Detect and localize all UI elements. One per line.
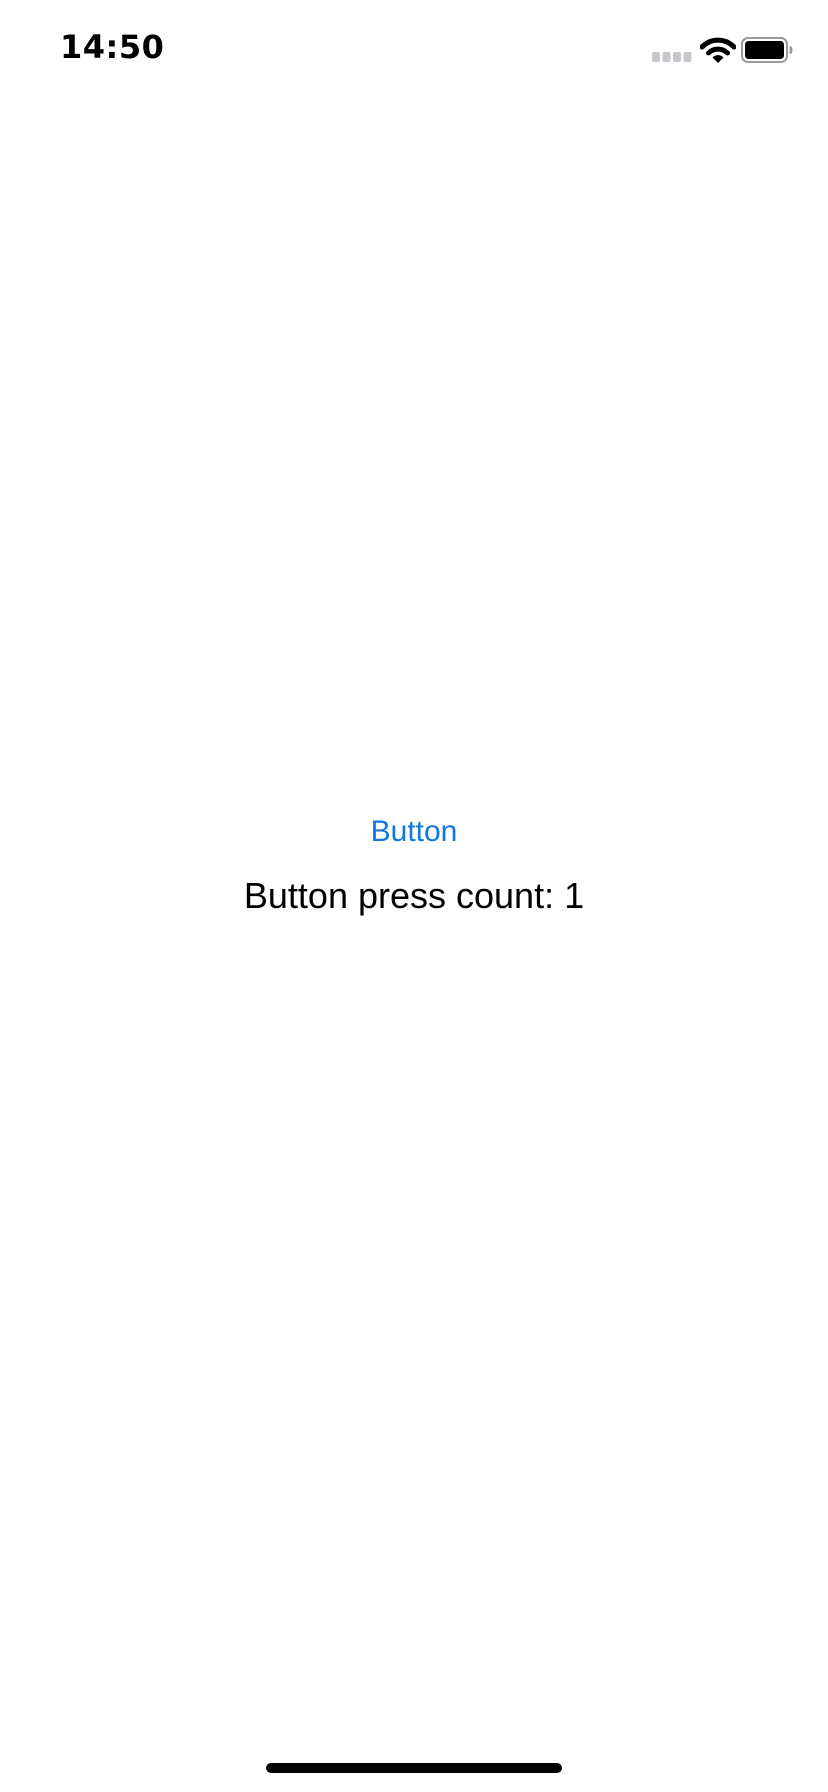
press-count-label: Button press count: 1 (243, 875, 585, 916)
main-content: Button Button press count: 1 (0, 0, 828, 1792)
home-indicator[interactable] (266, 1763, 562, 1773)
press-button[interactable]: Button (314, 806, 514, 858)
